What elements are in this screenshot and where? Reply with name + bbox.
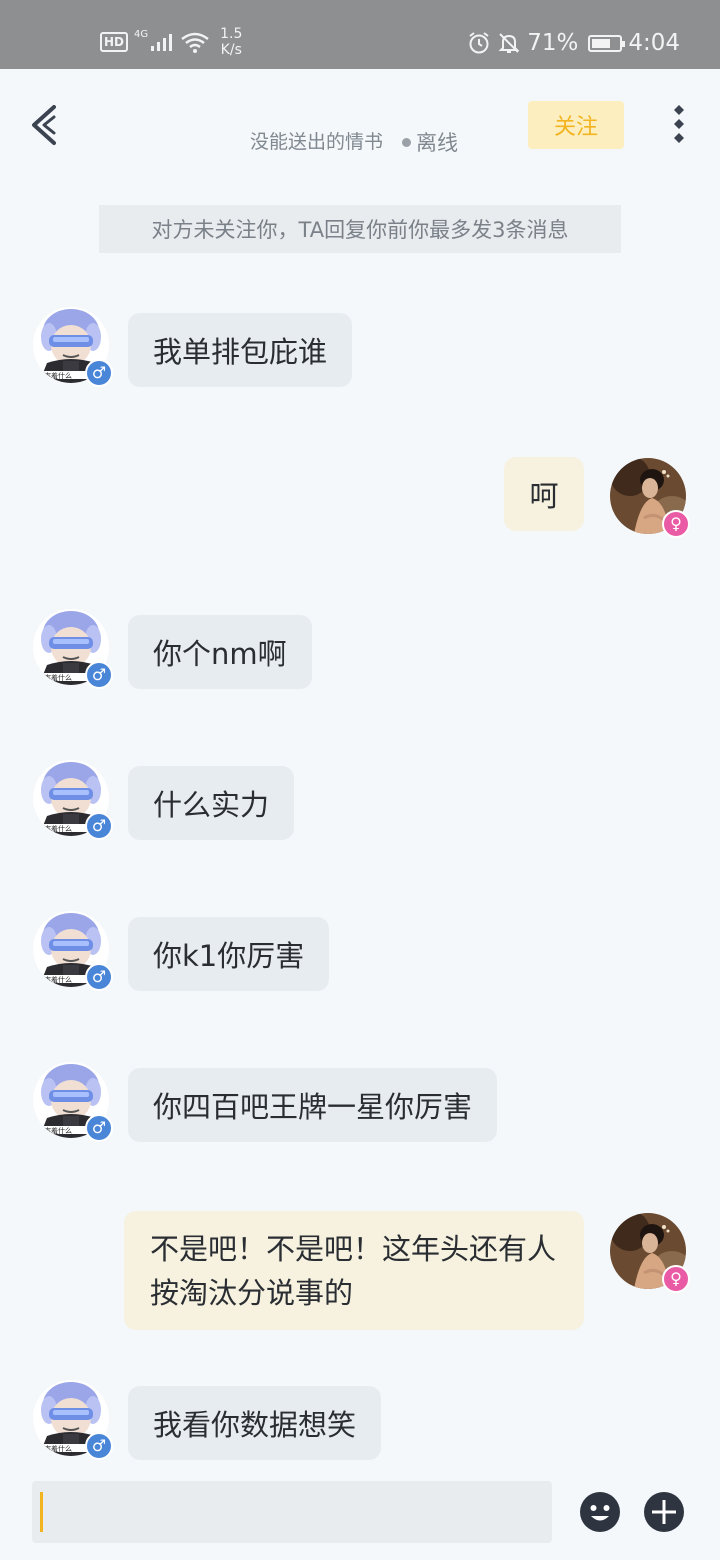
contact-avatar[interactable]: ♂ bbox=[33, 609, 113, 689]
male-gender-icon: ♂ bbox=[85, 1114, 113, 1142]
back-icon[interactable] bbox=[28, 103, 62, 147]
text-caret bbox=[40, 1492, 43, 1532]
message-bubble[interactable]: 我看你数据想笑 bbox=[128, 1386, 382, 1460]
male-gender-icon: ♂ bbox=[85, 661, 113, 689]
message-bubble[interactable]: 你k1你厉害 bbox=[128, 917, 330, 991]
alarm-icon bbox=[469, 32, 489, 54]
message-bubble[interactable]: 我单排包庇谁 bbox=[128, 313, 353, 387]
message-bubble[interactable]: 不是吧！不是吧！这年头还有人按淘汰分说事的 bbox=[124, 1211, 584, 1330]
male-gender-icon: ♂ bbox=[85, 359, 113, 387]
plus-icon[interactable] bbox=[644, 1492, 684, 1532]
status-dot bbox=[402, 137, 411, 147]
signal-icon bbox=[151, 34, 173, 51]
follow-limit-notice: 对方未关注你，TA回复你前你最多发3条消息 bbox=[99, 205, 621, 253]
user-avatar[interactable]: ♀ bbox=[610, 1213, 690, 1293]
contact-avatar[interactable]: ♂ bbox=[33, 1380, 113, 1460]
message-bubble[interactable]: 你四百吧王牌一星你厉害 bbox=[128, 1068, 498, 1142]
network-type: 4G bbox=[134, 28, 149, 40]
message-input[interactable] bbox=[32, 1481, 552, 1543]
female-gender-icon: ♀ bbox=[662, 510, 690, 538]
wifi-icon bbox=[181, 32, 209, 53]
chat-title: 没能送出的情书 bbox=[250, 131, 384, 153]
status-right: 71% 4:04 bbox=[467, 26, 680, 60]
status-left: HD 4G 1.5 K/s bbox=[100, 24, 242, 60]
status-bar: HD 4G 1.5 K/s 71% 4:04 bbox=[0, 0, 720, 69]
male-gender-icon: ♂ bbox=[85, 812, 113, 840]
network-speed: 1.5 K/s bbox=[220, 26, 242, 58]
battery-icon bbox=[588, 34, 626, 52]
chat-header: 没能送出的情书 离线 关注 bbox=[0, 69, 720, 179]
online-status-label: 离线 bbox=[416, 131, 458, 155]
user-avatar[interactable]: ♀ bbox=[610, 458, 690, 538]
contact-avatar[interactable]: ♂ bbox=[33, 760, 113, 840]
network-speed-value: 1.5 bbox=[220, 26, 243, 42]
contact-avatar[interactable]: ♂ bbox=[33, 307, 113, 387]
network-speed-unit: K/s bbox=[220, 42, 242, 58]
online-status: 离线 bbox=[402, 127, 458, 157]
female-gender-icon: ♀ bbox=[662, 1265, 690, 1293]
male-gender-icon: ♂ bbox=[85, 1432, 113, 1460]
emoji-icon[interactable] bbox=[580, 1492, 620, 1532]
male-gender-icon: ♂ bbox=[85, 963, 113, 991]
clock: 4:04 bbox=[628, 30, 680, 56]
contact-avatar[interactable]: ♂ bbox=[33, 911, 113, 991]
hd-badge: HD bbox=[100, 32, 129, 52]
battery-fill bbox=[592, 38, 611, 48]
mute-icon bbox=[498, 33, 520, 53]
more-icon[interactable] bbox=[666, 103, 692, 147]
contact-avatar[interactable]: ♂ bbox=[33, 1062, 113, 1142]
message-bubble[interactable]: 你个nm啊 bbox=[128, 615, 312, 689]
follow-button[interactable]: 关注 bbox=[528, 101, 624, 149]
battery-percent: 71% bbox=[527, 30, 579, 56]
message-bubble[interactable]: 什么实力 bbox=[128, 766, 295, 840]
message-bubble[interactable]: 呵 bbox=[504, 457, 584, 531]
